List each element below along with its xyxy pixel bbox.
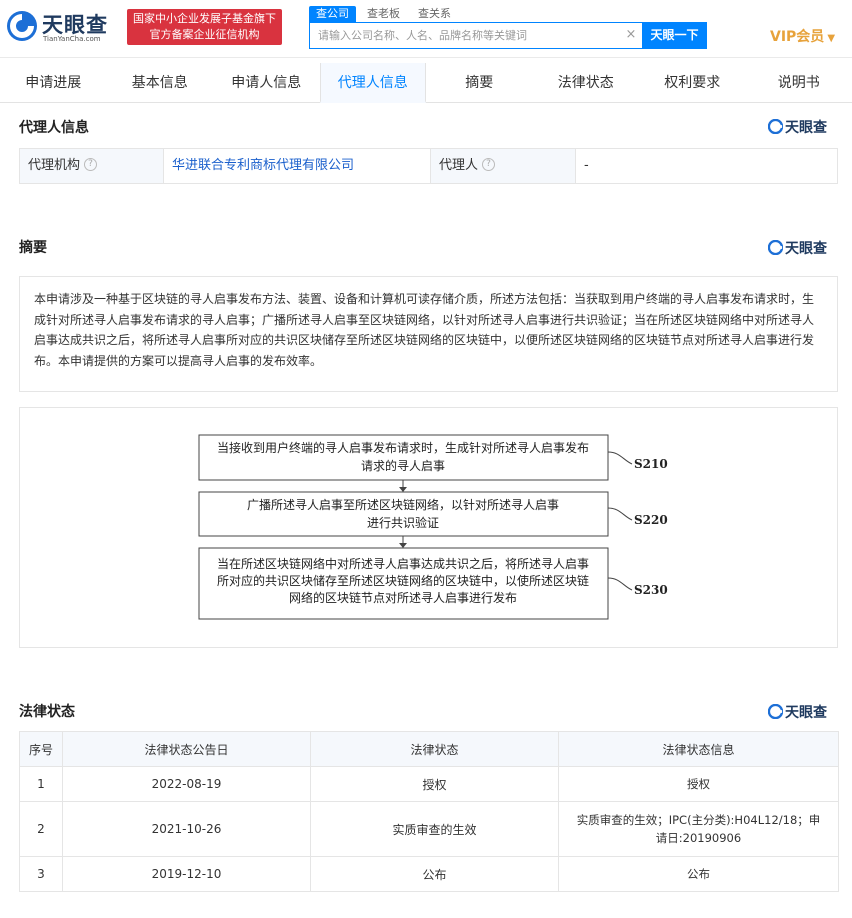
vip-member-menu[interactable]: VIP会员 ▼ (770, 26, 835, 46)
section-watermark-logo: 天眼查 (768, 701, 838, 721)
table-row: 1 2022-08-19 授权 授权 (19, 766, 839, 802)
badge-line-1: 国家中小企业发展子基金旗下 (133, 12, 276, 25)
agency-value-cell: 华进联合专利商标代理有限公司 (163, 149, 430, 183)
tianyancha-logo-icon (768, 240, 783, 255)
search-input[interactable] (310, 23, 620, 48)
patent-nav-tabs: 申请进展 基本信息 申请人信息 代理人信息 摘要 法律状态 权利要求 说明书 (0, 63, 852, 103)
flowchart-leader-s210 (607, 451, 633, 465)
flowchart-step-s220-line1: 广播所述寻人启事至所述区块链网络，以针对所述寻人启事 (247, 497, 559, 512)
legal-status-table: 序号 法律状态公告日 法律状态 法律状态信息 1 2022-08-19 授权 授… (19, 731, 839, 892)
agency-label-cell: 代理机构? (20, 149, 163, 183)
tab-agent-info[interactable]: 代理人信息 (319, 63, 426, 103)
agent-info-table: 代理机构? 华进联合专利商标代理有限公司 代理人? - (19, 148, 838, 184)
row-info-line: 公布 (687, 867, 710, 881)
search-tab-boss[interactable]: 查老板 (360, 6, 407, 22)
flowchart-step-s220-line2: 进行共识验证 (367, 515, 439, 530)
top-header: 天眼查 TianYanCha.com 国家中小企业发展子基金旗下 官方备案企业征… (0, 0, 852, 58)
row-status: 授权 (310, 766, 559, 802)
row-date: 2019-12-10 (62, 856, 311, 892)
row-info-line: 请日:20190906 (655, 831, 742, 845)
tab-abstract[interactable]: 摘要 (426, 63, 533, 103)
tianyancha-logo-icon (768, 704, 783, 719)
tab-applicant-info[interactable]: 申请人信息 (213, 63, 320, 103)
watermark-text: 天眼查 (785, 705, 827, 721)
search-box: × (309, 22, 642, 49)
help-icon[interactable]: ? (84, 158, 98, 171)
row-date: 2022-08-19 (62, 766, 311, 802)
row-status: 实质审查的生效 (310, 801, 559, 857)
section-watermark-logo: 天眼查 (768, 237, 838, 257)
flowchart-label-s220: S220 (634, 513, 668, 527)
flowchart-step-s230-line1: 当在所述区块链网络中对所述寻人启事达成共识之后，将所述寻人启事 (217, 556, 589, 571)
row-status: 公布 (310, 856, 559, 892)
agent-section-title: 代理人信息 (19, 120, 89, 136)
row-info-line: 实质审查的生效；IPC(主分类):H04L12/18；申 (576, 813, 821, 827)
row-number: 2 (19, 801, 63, 857)
row-info: 公布 (558, 856, 839, 892)
section-watermark-logo: 天眼查 (768, 116, 838, 136)
flowchart-step-s230-line2: 所对应的共识区块储存至所述区块链网络的区块链中，以使所述区块链 (217, 573, 589, 588)
flowchart-step-s210-line2: 请求的寻人启事 (361, 458, 445, 473)
agent-label: 代理人 (439, 158, 479, 173)
row-info: 实质审查的生效；IPC(主分类):H04L12/18；申 请日:20190906 (558, 801, 839, 857)
row-number: 3 (19, 856, 63, 892)
search-tab-company[interactable]: 查公司 (309, 6, 356, 22)
clear-icon[interactable]: × (624, 28, 638, 42)
tab-claims[interactable]: 权利要求 (639, 63, 746, 103)
tab-progress[interactable]: 申请进展 (0, 63, 107, 103)
flowchart-label-s230: S230 (634, 583, 668, 597)
tab-legal-status[interactable]: 法律状态 (533, 63, 640, 103)
flowchart-leader-s220 (607, 507, 633, 521)
table-header-row: 序号 法律状态公告日 法律状态 法律状态信息 (19, 731, 839, 767)
tab-description[interactable]: 说明书 (746, 63, 852, 103)
row-date: 2021-10-26 (62, 801, 311, 857)
flowchart-diagram: 当接收到用户终端的寻人启事发布请求时，生成针对所述寻人启事发布 请求的寻人启事 … (198, 434, 668, 620)
row-info-line: 授权 (687, 777, 710, 791)
tianyancha-logo-icon (7, 11, 37, 41)
official-badge: 国家中小企业发展子基金旗下 官方备案企业征信机构 (127, 9, 282, 45)
help-icon[interactable]: ? (482, 158, 496, 171)
agent-value: - (575, 149, 837, 183)
flowchart-arrow-head (399, 487, 407, 492)
column-header: 法律状态信息 (558, 731, 839, 767)
column-header: 法律状态 (310, 731, 559, 767)
flowchart-step-s210-line1: 当接收到用户终端的寻人启事发布请求时，生成针对所述寻人启事发布 (217, 440, 589, 455)
vip-label: VIP会员 (770, 29, 825, 45)
flowchart-step-s230-line3: 网络的区块链节点对所述寻人启事进行发布 (289, 590, 517, 605)
table-row: 3 2019-12-10 公布 公布 (19, 856, 839, 892)
agent-label-cell: 代理人? (430, 149, 575, 183)
legal-section-title: 法律状态 (19, 704, 75, 720)
agency-link[interactable]: 华进联合专利商标代理有限公司 (172, 158, 354, 173)
logo-domain: TianYanCha.com (43, 35, 101, 43)
flowchart-leader-s230 (607, 577, 633, 591)
badge-line-2: 官方备案企业征信机构 (149, 28, 260, 41)
row-info: 授权 (558, 766, 839, 802)
column-header: 法律状态公告日 (62, 731, 311, 767)
search-button[interactable]: 天眼一下 (642, 22, 707, 49)
tianyancha-logo-icon (768, 119, 783, 134)
search-type-tabs: 查公司 查老板 查关系 (309, 6, 462, 22)
agency-label: 代理机构 (28, 158, 81, 173)
watermark-text: 天眼查 (785, 120, 827, 136)
abstract-section-title: 摘要 (19, 240, 47, 256)
table-row: 2 2021-10-26 实质审查的生效 实质审查的生效；IPC(主分类):H0… (19, 801, 839, 857)
column-header: 序号 (19, 731, 63, 767)
abstract-figure: 当接收到用户终端的寻人启事发布请求时，生成针对所述寻人启事发布 请求的寻人启事 … (19, 407, 838, 648)
flowchart-label-s210: S210 (634, 457, 668, 471)
site-logo[interactable]: 天眼查 TianYanCha.com (6, 8, 121, 48)
abstract-text: 本申请涉及一种基于区块链的寻人启事发布方法、装置、设备和计算机可读存储介质，所述… (19, 276, 838, 392)
search-tab-relation[interactable]: 查关系 (411, 6, 458, 22)
flowchart-arrow-head (399, 543, 407, 548)
watermark-text: 天眼查 (785, 241, 827, 257)
tab-basic-info[interactable]: 基本信息 (107, 63, 214, 103)
caret-down-icon: ▼ (827, 33, 836, 44)
row-number: 1 (19, 766, 63, 802)
